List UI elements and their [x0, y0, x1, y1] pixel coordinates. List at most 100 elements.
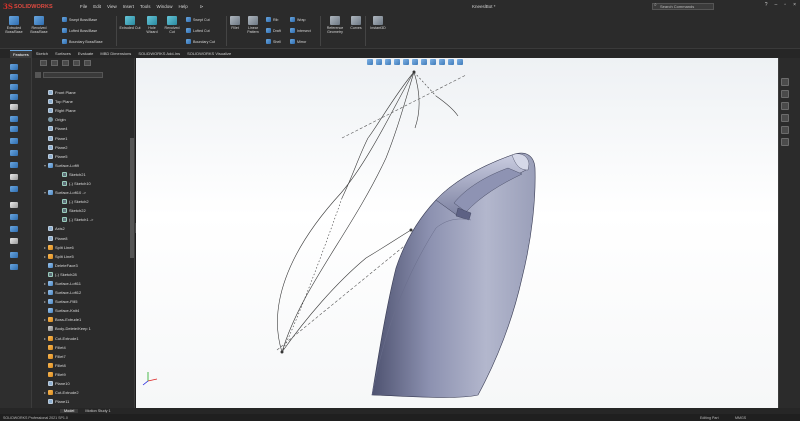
tree-item[interactable]: Top Plane [32, 97, 134, 106]
tree-item[interactable]: Plane2 [32, 143, 134, 152]
close-icon[interactable]: × [793, 2, 796, 8]
tree-item[interactable]: ▸ Boss-Extrude1 [32, 315, 134, 324]
tree-item[interactable]: Plane1 [32, 133, 134, 142]
tree-item[interactable]: Plane11 [32, 397, 134, 406]
appearances-icon[interactable] [781, 126, 789, 134]
tree-item[interactable]: Plane4 [32, 124, 134, 133]
menu-view[interactable]: View [107, 4, 117, 10]
property-manager-tab-icon[interactable] [51, 60, 58, 66]
boundary-cut-button[interactable]: Boundary Cut [186, 39, 215, 44]
tree-item[interactable]: Front Plane [32, 88, 134, 97]
tree-item[interactable]: ▸ Cut-Extrude2 [32, 388, 134, 397]
menu-tools[interactable]: Tools [140, 4, 151, 10]
graphics-area[interactable] [136, 58, 778, 408]
draft-button[interactable]: Draft [266, 28, 281, 33]
file-explorer-icon[interactable] [781, 102, 789, 110]
tree-item[interactable]: Plane8 [32, 234, 134, 243]
menu-insert[interactable]: Insert [123, 4, 134, 10]
intersect-button[interactable]: Intersect [290, 28, 311, 33]
tree-item[interactable]: (-) Sketch2 [32, 197, 134, 206]
toolbar-icon[interactable] [10, 64, 18, 70]
view-palette-icon[interactable] [781, 114, 789, 122]
tree-item[interactable]: Fillet4 [32, 343, 134, 352]
tab-features[interactable]: Features [10, 49, 32, 58]
tree-item[interactable]: Origin [32, 115, 134, 124]
tree-item[interactable]: ▸ Cut-Extrude1 [32, 334, 134, 343]
toolbar-icon[interactable] [10, 226, 18, 232]
tab-model[interactable]: Model [60, 409, 79, 413]
tree-item[interactable]: Right Plane [32, 106, 134, 115]
revolved-cut-button[interactable]: Revolved Cut [162, 16, 182, 34]
tree-item[interactable]: Plane10 [32, 379, 134, 388]
toolbar-icon[interactable] [10, 138, 18, 144]
dimxpert-tab-icon[interactable] [73, 60, 80, 66]
extruded-boss-button[interactable]: Extruded Boss/Base [3, 16, 25, 34]
tree-scrollbar[interactable] [130, 88, 134, 398]
tree-item[interactable]: (-) Sketch1 -> [32, 215, 134, 224]
linear-pattern-button[interactable]: Linear Pattern [243, 16, 263, 34]
toolbar-icon[interactable] [10, 162, 18, 168]
scrollbar-thumb[interactable] [130, 138, 134, 258]
tree-item[interactable]: ▸ Surface-Fill5 [32, 297, 134, 306]
swept-boss-button[interactable]: Swept Boss/Base [62, 17, 97, 22]
tree-item[interactable]: Sketch22 [32, 206, 134, 215]
boundary-boss-button[interactable]: Boundary Boss/Base [62, 39, 103, 44]
tree-item[interactable]: (-) Sketch10 [32, 179, 134, 188]
revolved-boss-button[interactable]: Revolved Boss/Base [27, 16, 51, 34]
swept-cut-button[interactable]: Swept Cut [186, 17, 210, 22]
tree-item[interactable]: Fillet8 [32, 361, 134, 370]
tree-item[interactable]: Sketch21 [32, 170, 134, 179]
toolbar-icon[interactable] [10, 264, 18, 270]
solidworks-logo[interactable]: 3S SOLIDWORKS [0, 0, 60, 13]
configuration-manager-tab-icon[interactable] [62, 60, 69, 66]
tab-solidworks-visualize[interactable]: SOLIDWORKS Visualize [184, 50, 234, 58]
tree-item[interactable]: ▸ Surface-Loft11 [32, 279, 134, 288]
tree-item[interactable]: ▸ Split Line6 [32, 243, 134, 252]
tab-mbd-dimensions[interactable]: MBD Dimensions [97, 50, 134, 58]
toolbar-icon[interactable] [10, 116, 18, 122]
filter-icon[interactable] [35, 71, 41, 78]
tree-item[interactable]: Surface-Knit4 [32, 306, 134, 315]
tree-filter-input[interactable] [43, 71, 103, 78]
fillet-button[interactable]: Fillet [229, 16, 241, 30]
extruded-cut-button[interactable]: Extruded Cut [119, 16, 141, 30]
mirror-button[interactable]: Mirror [290, 39, 306, 44]
tab-sketch[interactable]: Sketch [33, 50, 51, 58]
restore-icon[interactable]: ▫ [784, 2, 786, 8]
lofted-boss-button[interactable]: Lofted Boss/Base [62, 28, 97, 33]
tree-item[interactable]: Axis2 [32, 224, 134, 233]
toolbar-icon[interactable] [10, 202, 18, 208]
toolbar-icon[interactable] [10, 214, 18, 220]
tab-evaluate[interactable]: Evaluate [75, 50, 97, 58]
toolbar-icon[interactable] [10, 104, 18, 110]
rib-button[interactable]: Rib [266, 17, 278, 22]
shell-button[interactable]: Shell [266, 39, 281, 44]
tab-surfaces[interactable]: Surfaces [52, 50, 74, 58]
model-canvas[interactable] [136, 58, 778, 408]
curves-button[interactable]: Curves [349, 16, 363, 30]
feature-manager-tab-icon[interactable] [40, 60, 47, 66]
toolbar-icon[interactable] [10, 174, 18, 180]
minimize-icon[interactable]: – [775, 2, 778, 8]
toolbar-icon[interactable] [10, 252, 18, 258]
menu-window[interactable]: Window [157, 4, 173, 10]
toolbar-icon[interactable] [10, 126, 18, 132]
toolbar-icon[interactable] [10, 94, 18, 100]
wrap-button[interactable]: Wrap [290, 17, 306, 22]
tree-item[interactable]: (-) Sketch28 [32, 270, 134, 279]
tab-motion-study-1[interactable]: Motion Study 1 [81, 409, 114, 413]
instant3d-button[interactable]: Instant3D [368, 16, 388, 30]
tree-item[interactable]: Plane5 [32, 152, 134, 161]
display-manager-tab-icon[interactable] [84, 60, 91, 66]
tab-solidworks-add-ins[interactable]: SOLIDWORKS Add-Ins [135, 50, 183, 58]
help-icon[interactable]: ? [765, 2, 768, 8]
tree-item[interactable]: ▾ Surface-Loft10 -> [32, 188, 134, 197]
search-commands-input[interactable]: ⌕ Search Commands [652, 3, 714, 10]
pin-icon[interactable]: ⊳ [200, 4, 204, 10]
toolbar-icon[interactable] [10, 150, 18, 156]
tree-item[interactable]: DeleteFace3 [32, 261, 134, 270]
solidworks-resources-icon[interactable] [781, 78, 789, 86]
toolbar-icon[interactable] [10, 84, 18, 90]
tree-item[interactable]: Body-Delete/Keep 1 [32, 324, 134, 333]
tree-item[interactable]: Fillet9 [32, 370, 134, 379]
